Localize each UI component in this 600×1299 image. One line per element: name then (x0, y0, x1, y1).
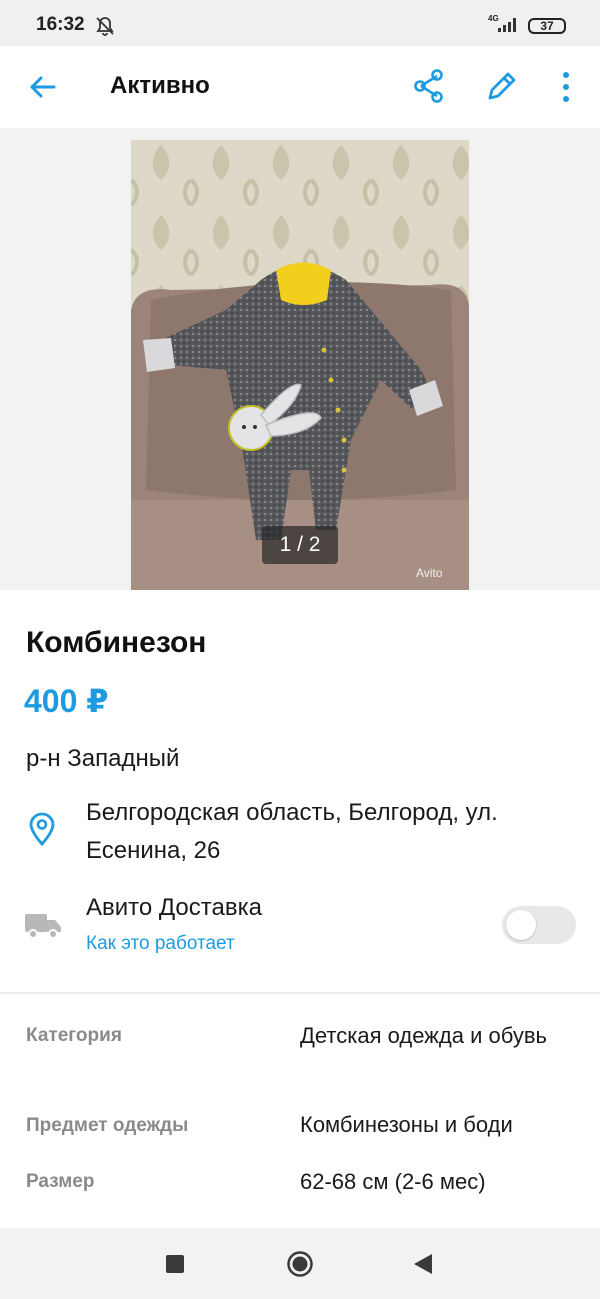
address[interactable]: Белгородская область, Белгород, ул. Есен… (86, 794, 576, 870)
share-icon[interactable] (412, 68, 446, 104)
signal-icon (498, 18, 516, 32)
avito-watermark: Avito (416, 566, 443, 580)
photo-counter: 1 / 2 (262, 526, 338, 564)
location-pin-icon (29, 812, 55, 846)
edit-pencil-icon[interactable] (484, 68, 520, 104)
back-arrow-icon[interactable] (26, 70, 60, 104)
delivery-how-it-works-link[interactable]: Как это работает (86, 933, 235, 955)
toggle-knob (506, 910, 536, 940)
param-label-category: Категория (26, 1025, 122, 1046)
param-value-clothing-item: Комбинезоны и боди (300, 1112, 513, 1137)
photo-illustration (131, 140, 469, 590)
status-time: 16:32 (36, 14, 85, 35)
recents-square-icon[interactable] (166, 1255, 184, 1273)
photo-gallery[interactable]: 1 / 2 Avito (0, 128, 600, 590)
page-title: Активно (110, 72, 210, 99)
status-bar: 16:32 4G 37 (0, 0, 600, 46)
item-title: Комбинезон (26, 626, 207, 659)
home-circle-icon[interactable] (286, 1250, 314, 1278)
system-nav-bar (0, 1228, 600, 1299)
bell-muted-icon (96, 17, 114, 36)
item-price: 400 ₽ (24, 683, 109, 719)
back-triangle-icon[interactable] (412, 1252, 434, 1276)
battery-icon: 37 (528, 18, 566, 34)
divider (0, 992, 600, 994)
more-vertical-icon[interactable] (556, 70, 576, 104)
listing-photo[interactable] (131, 140, 469, 590)
param-label-size: Размер (26, 1171, 95, 1192)
param-value-size: 62-68 см (2-6 мес) (300, 1169, 486, 1194)
truck-icon (25, 914, 61, 939)
delivery-title: Авито Доставка (86, 894, 262, 921)
param-label-clothing-item: Предмет одежды (26, 1115, 189, 1136)
delivery-toggle[interactable] (502, 906, 576, 944)
district: р-н Западный (26, 745, 180, 772)
param-value-category: Детская одежда и обувь (300, 1023, 547, 1048)
app-bar: Активно (0, 46, 600, 128)
